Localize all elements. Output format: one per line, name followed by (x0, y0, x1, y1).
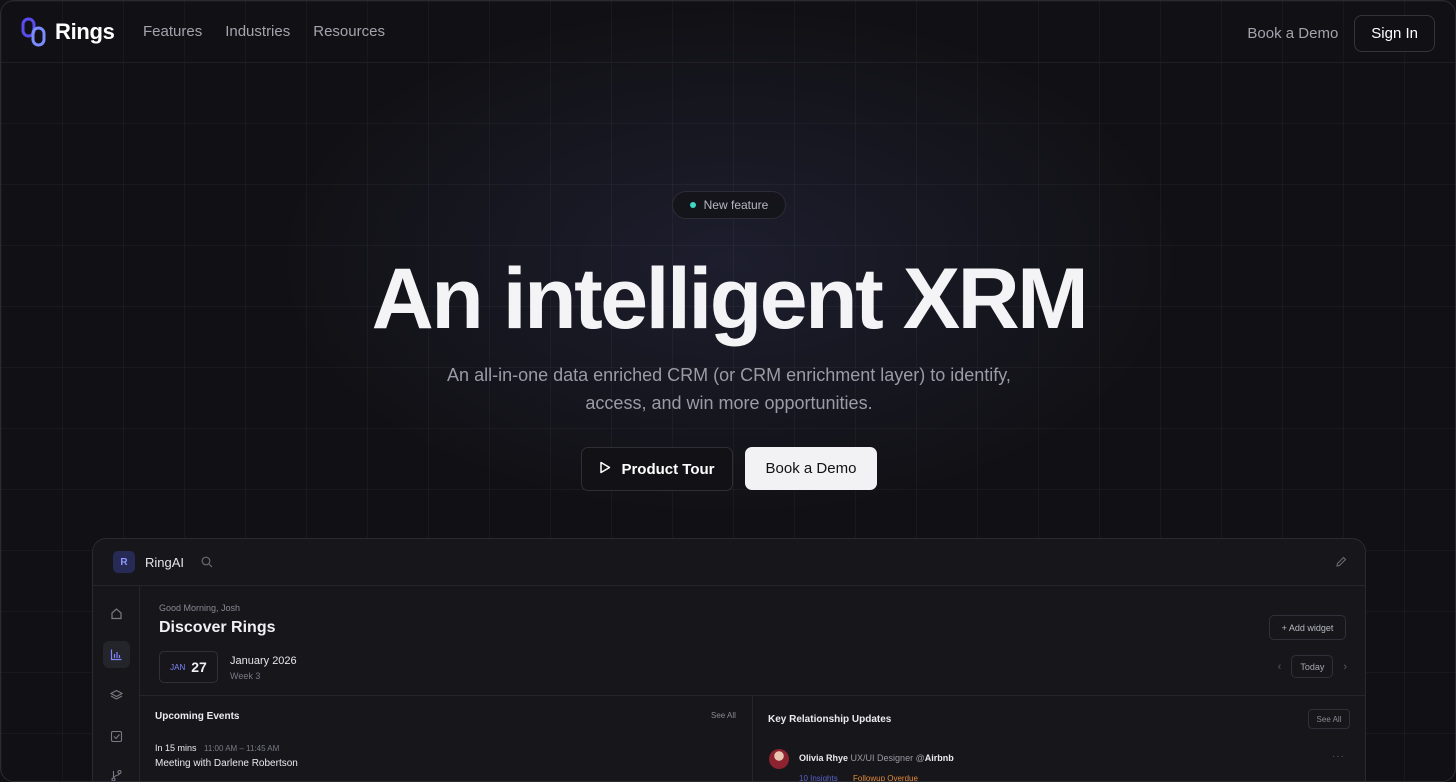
product-tour-label: Product Tour (621, 460, 715, 478)
chevron-right-icon[interactable]: › (1343, 661, 1347, 673)
avatar (769, 749, 789, 769)
event-countdown: In 15 mins (155, 743, 197, 753)
app-sidebar (93, 586, 140, 781)
insights-count[interactable]: 10 Insights (799, 774, 838, 781)
status-badge: Followup Overdue (853, 774, 918, 782)
person-name: Olivia Rhye (799, 753, 849, 763)
hero-subtitle: An all-in-one data enriched CRM (or CRM … (447, 365, 1011, 413)
app-preview: R RingAI Good Morning, Josh Discover Rin… (92, 538, 1366, 782)
date-badge: JAN 27 (159, 651, 218, 683)
nav-actions: Book a Demo Sign In (1247, 15, 1435, 52)
brand-logo[interactable]: Rings (21, 17, 115, 47)
branch-icon[interactable] (103, 762, 130, 781)
nav-links: Features Industries Resources (143, 23, 385, 40)
week-label: Week 3 (230, 671, 261, 681)
person-company: Airbnb (924, 753, 954, 763)
date-month: JAN (170, 662, 186, 672)
event-time: 11:00 AM – 11:45 AM (204, 744, 280, 753)
today-button[interactable]: Today (1291, 655, 1334, 678)
person-role: UX/UI Designer @ (850, 753, 925, 763)
panel-divider (752, 695, 753, 781)
add-widget-button[interactable]: + Add widget (1269, 615, 1346, 640)
nav-link-resources[interactable]: Resources (313, 23, 385, 40)
new-feature-badge[interactable]: New feature (672, 191, 786, 219)
checklist-icon[interactable] (103, 723, 130, 750)
hero-cta-row: Product Tour Book a Demo (581, 447, 877, 491)
events-see-all-link[interactable]: See All (711, 711, 736, 720)
rings-logo-icon (21, 17, 47, 47)
app-topbar: R RingAI (93, 539, 1365, 586)
nav-link-industries[interactable]: Industries (225, 23, 290, 40)
workspace-avatar[interactable]: R (113, 551, 135, 573)
more-options-icon[interactable]: ··· (1332, 751, 1345, 762)
book-demo-button[interactable]: Book a Demo (745, 447, 877, 490)
page-frame: Rings Features Industries Resources Book… (0, 0, 1456, 782)
product-tour-button[interactable]: Product Tour (581, 447, 733, 491)
search-icon[interactable] (201, 555, 213, 573)
edit-icon[interactable] (1335, 555, 1347, 573)
layers-icon[interactable] (103, 682, 130, 709)
chevron-left-icon[interactable]: ‹ (1278, 661, 1282, 673)
workspace-name: RingAI (145, 555, 185, 570)
status-dot-icon (689, 202, 696, 208)
event-title[interactable]: Meeting with Darlene Robertson (155, 758, 298, 769)
sign-in-button[interactable]: Sign In (1354, 15, 1435, 52)
greeting-text: Good Morning, Josh (159, 603, 241, 613)
brand-name: Rings (55, 19, 115, 44)
date-label: January 2026 (230, 655, 297, 667)
upcoming-events-title: Upcoming Events (155, 711, 240, 722)
person-info: Olivia Rhye UX/UI Designer @Airbnb (799, 753, 954, 763)
play-icon (599, 461, 611, 478)
badge-label: New feature (703, 198, 769, 212)
analytics-icon[interactable] (103, 641, 130, 668)
hero-title: An intelligent XRM (371, 251, 1089, 347)
dashboard-title: Discover Rings (159, 619, 276, 636)
nav-link-features[interactable]: Features (143, 23, 202, 40)
top-navigation: Rings Features Industries Resources Book… (1, 1, 1455, 63)
relationships-see-all-button[interactable]: See All (1308, 709, 1350, 729)
nav-book-demo-link[interactable]: Book a Demo (1247, 25, 1338, 42)
relationship-updates-title: Key Relationship Updates (768, 714, 892, 725)
date-day: 27 (191, 659, 207, 675)
date-navigation: ‹ Today › (1278, 655, 1347, 678)
home-icon[interactable] (103, 600, 130, 627)
